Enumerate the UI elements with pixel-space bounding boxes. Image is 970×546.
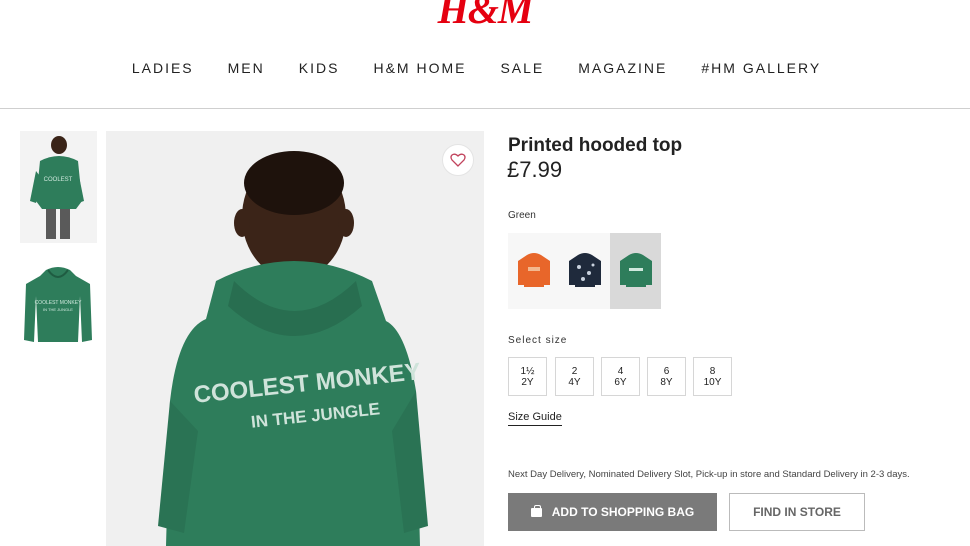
hm-logo[interactable]: H&M <box>0 0 970 33</box>
shopping-bag-icon <box>530 504 542 517</box>
color-swatch-orange[interactable] <box>508 233 559 309</box>
nav-item-men[interactable]: MEN <box>228 60 265 76</box>
favourite-button[interactable] <box>442 144 474 176</box>
main-product-image[interactable]: COOLEST MONKEY IN THE JUNGLE <box>106 131 484 546</box>
nav-item-sale[interactable]: SALE <box>500 60 544 76</box>
size-option-10y[interactable]: 8 10Y <box>693 357 732 396</box>
svg-text:COOLEST: COOLEST <box>44 177 73 183</box>
thumbnail-model[interactable]: COOLEST <box>20 131 97 243</box>
header-divider <box>0 108 970 109</box>
main-nav: LADIES MEN KIDS H&M HOME SALE MAGAZINE #… <box>0 60 970 76</box>
size-option-years: 2Y <box>521 376 534 388</box>
find-in-store-button[interactable]: FIND IN STORE <box>729 493 865 531</box>
nav-item-hm-home[interactable]: H&M HOME <box>373 60 466 76</box>
size-option-age: 6 <box>663 365 670 377</box>
add-to-bag-button[interactable]: ADD TO SHOPPING BAG <box>508 493 717 531</box>
navy-hoodie-icon <box>568 253 601 287</box>
size-option-age: 8 <box>709 365 716 377</box>
color-swatch-navy[interactable] <box>559 233 610 309</box>
thumbnail-product-image: COOLEST MONKEY IN THE JUNGLE <box>24 267 92 342</box>
size-option-6y[interactable]: 4 6Y <box>601 357 640 396</box>
color-swatch-green[interactable] <box>610 233 661 309</box>
product-price: £7.99 <box>507 157 563 182</box>
size-option-4y[interactable]: 2 4Y <box>555 357 594 396</box>
size-option-years: 8Y <box>660 376 673 388</box>
nav-item-hm-gallery[interactable]: #HM GALLERY <box>701 60 821 76</box>
svg-text:COOLEST MONKEY: COOLEST MONKEY <box>35 300 83 306</box>
product-title: Printed hooded top <box>508 135 683 156</box>
thumbnail-model-image: COOLEST <box>20 131 97 243</box>
svg-text:IN THE JUNGLE: IN THE JUNGLE <box>43 307 73 312</box>
add-to-bag-label: ADD TO SHOPPING BAG <box>551 505 695 519</box>
size-option-years: 10Y <box>703 376 722 388</box>
size-option-years: 6Y <box>614 376 627 388</box>
nav-item-ladies[interactable]: LADIES <box>132 60 194 76</box>
nav-item-magazine[interactable]: MAGAZINE <box>578 60 667 76</box>
selected-color-label: Green <box>508 210 536 221</box>
size-option-8y[interactable]: 6 8Y <box>647 357 686 396</box>
delivery-info: Next Day Delivery, Nominated Delivery Sl… <box>508 469 910 480</box>
size-option-years: 4Y <box>568 376 581 388</box>
nav-item-kids[interactable]: KIDS <box>299 60 340 76</box>
green-hoodie-icon <box>619 253 652 287</box>
size-option-age: 2 <box>571 365 578 377</box>
size-option-age: 4 <box>617 365 624 377</box>
thumbnail-product[interactable]: COOLEST MONKEY IN THE JUNGLE <box>20 262 97 350</box>
product-photo: COOLEST MONKEY IN THE JUNGLE <box>106 131 484 546</box>
size-guide-link[interactable]: Size Guide <box>508 411 562 426</box>
heart-icon <box>450 153 466 167</box>
size-option-age: 1½ <box>520 365 535 377</box>
select-size-label: Select size <box>508 335 568 346</box>
orange-hoodie-icon <box>517 253 550 287</box>
size-option-2y[interactable]: 1½ 2Y <box>508 357 547 396</box>
